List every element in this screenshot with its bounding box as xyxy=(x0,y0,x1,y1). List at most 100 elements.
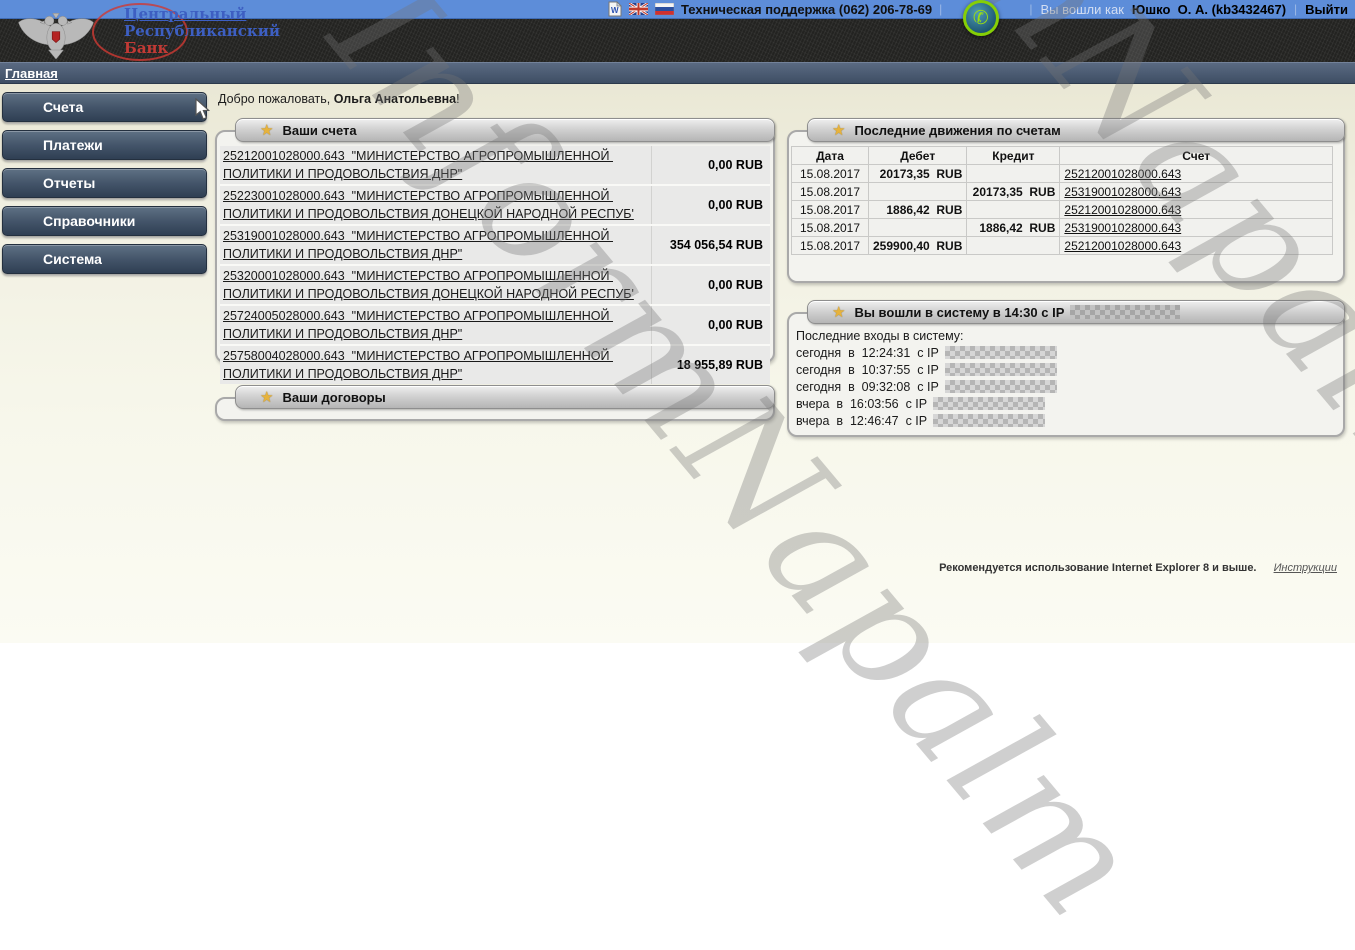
topbar-left-group: W Техническая поддержка (062) 206-78-69 … xyxy=(608,0,942,18)
movements-table-body: 15.08.201720173,35 RUB25212001028000.643… xyxy=(792,165,1333,255)
account-link[interactable]: 25724005028000.643 "МИНИСТЕРСТВО АГРОПРО… xyxy=(223,309,613,341)
account-balance: 0,00 RUB xyxy=(652,306,770,344)
movement-account-link[interactable]: 25319001028000.643 xyxy=(1064,221,1181,235)
logo-line-3: Банк xyxy=(124,40,280,57)
login-entry-text: сегодня в 09:32:08 с IP xyxy=(796,380,939,394)
col-date: Дата xyxy=(792,147,869,165)
separator: | xyxy=(1294,2,1297,16)
sidebar-item-directories[interactable]: Справочники xyxy=(2,206,207,236)
star-icon: ★ xyxy=(260,390,273,405)
redacted-ip-block xyxy=(1070,305,1180,319)
session-panel-title: Вы вошли в систему в 14:30 с IP xyxy=(854,305,1064,320)
bank-logo: Центральный Республиканский Банк xyxy=(124,6,280,57)
browser-recommendation: Рекомендуется использование Internet Exp… xyxy=(939,562,1337,574)
star-icon: ★ xyxy=(832,305,845,320)
account-row: 25212001028000.643 "МИНИСТЕРСТВО АГРОПРО… xyxy=(220,146,770,186)
welcome-prefix: Добро пожаловать, xyxy=(218,92,334,106)
redacted-ip-block xyxy=(933,397,1045,410)
movement-date: 15.08.2017 xyxy=(792,165,869,183)
welcome-suffix: ! xyxy=(456,92,459,106)
logo-line-2: Республиканский xyxy=(124,23,280,40)
movement-account-link[interactable]: 25212001028000.643 xyxy=(1064,203,1181,217)
redacted-ip-block xyxy=(933,414,1045,427)
sidebar-item-reports[interactable]: Отчеты xyxy=(2,168,207,198)
account-cell: 25724005028000.643 "МИНИСТЕРСТВО АГРОПРО… xyxy=(220,306,652,344)
movement-credit xyxy=(967,237,1060,255)
document-icon[interactable]: W xyxy=(608,1,622,17)
account-link[interactable]: 25319001028000.643 "МИНИСТЕРСТВО АГРОПРО… xyxy=(223,229,613,261)
movement-row: 15.08.2017259900,40 RUB 25212001028000.64… xyxy=(792,237,1333,255)
account-link[interactable]: 25758004028000.643 "МИНИСТЕРСТВО АГРОПРО… xyxy=(223,349,613,381)
star-icon: ★ xyxy=(832,123,845,138)
movement-credit: 1886,42 RUB xyxy=(967,219,1060,237)
session-panel-header: ★ Вы вошли в систему в 14:30 с IP xyxy=(807,300,1345,324)
movements-panel: ★ Последние движения по счетам Дата Дебе… xyxy=(787,118,1345,283)
sidebar-item-payments[interactable]: Платежи xyxy=(2,130,207,160)
account-link[interactable]: 25212001028000.643 "МИНИСТЕРСТВО АГРОПРО… xyxy=(223,149,613,181)
movement-credit xyxy=(967,201,1060,219)
user-name: Юшко О. А. (kb3432467) xyxy=(1132,2,1286,17)
support-phone-label: Техническая поддержка (062) 206-78-69 xyxy=(681,2,932,17)
ru-flag-icon[interactable] xyxy=(655,3,674,15)
redacted-ip-block xyxy=(945,363,1057,376)
movements-header-row: Дата Дебет Кредит Счет xyxy=(792,147,1333,165)
login-history-entry: сегодня в 09:32:08 с IP xyxy=(796,378,1337,395)
browser-note: Рекомендуется использование Internet Exp… xyxy=(939,562,1256,574)
movement-row: 15.08.2017 20173,35 RUB 25319001028000.643 xyxy=(792,183,1333,201)
account-link[interactable]: 25320001028000.643 "МИНИСТЕРСТВО АГРОПРО… xyxy=(223,269,634,301)
logged-in-as-label: Вы вошли как xyxy=(1040,2,1123,17)
nav-home-link[interactable]: Главная xyxy=(5,66,58,81)
redacted-ip-block xyxy=(945,346,1057,359)
col-credit: Кредит xyxy=(967,147,1060,165)
movement-account-link[interactable]: 25212001028000.643 xyxy=(1064,167,1181,181)
login-entry-text: сегодня в 10:37:55 с IP xyxy=(796,363,939,377)
login-history-entry: вчера в 12:46:47 с IP xyxy=(796,412,1337,429)
session-history: Последние входы в систему: сегодня в 12:… xyxy=(796,327,1337,429)
movement-date: 15.08.2017 xyxy=(792,183,869,201)
movements-panel-title: Последние движения по счетам xyxy=(854,123,1060,138)
col-account: Счет xyxy=(1060,147,1333,165)
login-entry-text: сегодня в 12:24:31 с IP xyxy=(796,346,939,360)
movement-account-cell: 25212001028000.643 xyxy=(1060,237,1333,255)
movement-account-link[interactable]: 25212001028000.643 xyxy=(1064,239,1181,253)
movements-table: Дата Дебет Кредит Счет 15.08.201720173,3… xyxy=(791,146,1333,255)
session-panel: ★ Вы вошли в систему в 14:30 с IP Послед… xyxy=(787,300,1345,437)
account-link[interactable]: 25223001028000.643 "МИНИСТЕРСТВО АГРОПРО… xyxy=(223,189,634,221)
movement-credit xyxy=(967,165,1060,183)
account-balance: 18 955,89 RUB xyxy=(652,346,770,384)
movement-debit: 259900,40 RUB xyxy=(869,237,967,255)
movement-account-link[interactable]: 25319001028000.643 xyxy=(1064,185,1181,199)
movement-account-cell: 25212001028000.643 xyxy=(1060,201,1333,219)
instructions-link[interactable]: Инструкции xyxy=(1274,562,1337,574)
movement-debit: 20173,35 RUB xyxy=(869,165,967,183)
account-cell: 25319001028000.643 "МИНИСТЕРСТВО АГРОПРО… xyxy=(220,226,652,264)
contracts-panel-header: ★ Ваши договоры xyxy=(235,385,775,409)
movement-date: 15.08.2017 xyxy=(792,219,869,237)
movement-account-cell: 25212001028000.643 xyxy=(1060,165,1333,183)
login-entry-text: вчера в 12:46:47 с IP xyxy=(796,414,927,428)
svg-text:W: W xyxy=(611,6,619,15)
accounts-panel: ★ Ваши счета 25212001028000.643 "МИНИСТЕ… xyxy=(215,118,775,363)
movement-date: 15.08.2017 xyxy=(792,237,869,255)
redacted-ip-block xyxy=(945,380,1057,393)
logout-button[interactable]: Выйти xyxy=(1305,2,1348,17)
account-cell: 25320001028000.643 "МИНИСТЕРСТВО АГРОПРО… xyxy=(220,266,652,304)
login-history-entry: сегодня в 10:37:55 с IP xyxy=(796,361,1337,378)
nav-bar: Главная xyxy=(0,62,1355,84)
movement-debit xyxy=(869,183,967,201)
bank-eagle-emblem-icon xyxy=(6,10,106,65)
sidebar-item-system[interactable]: Система xyxy=(2,244,207,274)
movement-debit xyxy=(869,219,967,237)
phone-call-icon[interactable]: ✆ xyxy=(963,0,999,36)
welcome-message: Добро пожаловать, Ольга Анатольевна! xyxy=(218,92,460,106)
account-row: 25223001028000.643 "МИНИСТЕРСТВО АГРОПРО… xyxy=(220,186,770,226)
account-cell: 25223001028000.643 "МИНИСТЕРСТВО АГРОПРО… xyxy=(220,186,652,224)
uk-flag-icon[interactable] xyxy=(629,3,648,15)
login-entry-text: вчера в 16:03:56 с IP xyxy=(796,397,927,411)
sidebar-item-accounts[interactable]: Счета xyxy=(2,92,207,122)
account-balance: 0,00 RUB xyxy=(652,266,770,304)
movement-credit: 20173,35 RUB xyxy=(967,183,1060,201)
contracts-panel-title: Ваши договоры xyxy=(282,390,385,405)
logo-line-1: Центральный xyxy=(124,6,280,23)
account-balance: 354 056,54 RUB xyxy=(652,226,770,264)
